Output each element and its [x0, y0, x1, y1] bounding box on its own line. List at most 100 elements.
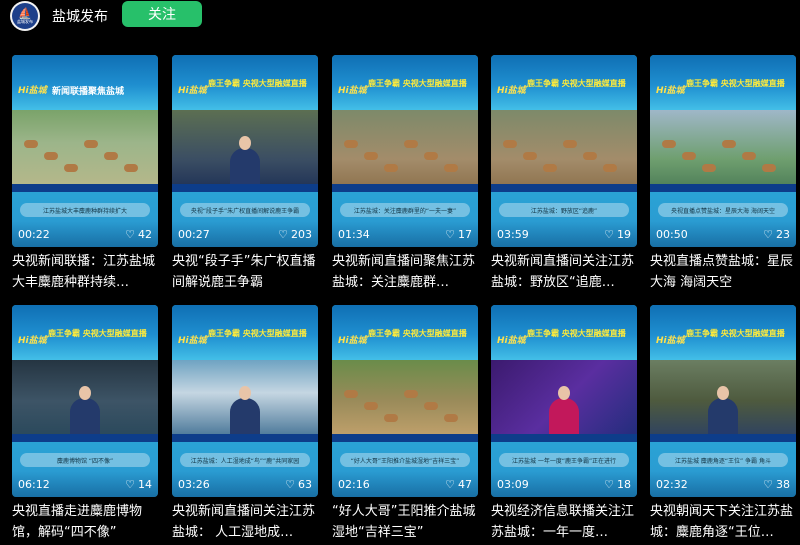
thumbnail-banner: 鹿王争霸 央视大型融媒直播 — [208, 79, 307, 88]
thumbnail-scene — [491, 110, 637, 192]
like-icon: ♡ — [604, 228, 614, 241]
video-card[interactable]: Hi盐城 鹿王争霸 央视大型融媒直播 江苏盐城 麋鹿角逐“王位” 争霸 角斗 0… — [650, 305, 796, 545]
account-header: ⛵ 盐城发布 盐城发布 关注 — [0, 0, 800, 31]
like-count-value: 38 — [776, 478, 790, 491]
video-title[interactable]: “好人大哥”王阳推介盐城湿地“吉祥三宝” — [332, 501, 482, 543]
deer-figure — [384, 414, 398, 422]
like-count-value: 17 — [458, 228, 472, 241]
deer-figure — [503, 140, 517, 148]
thumbnail-banner: 鹿王争霸 央视大型融媒直播 — [208, 329, 307, 338]
deer-figure — [384, 164, 398, 172]
video-title[interactable]: 央视新闻联播：江苏盐城大丰麋鹿种群持续… — [12, 251, 162, 293]
deer-figure — [364, 402, 378, 410]
news-ticker — [12, 184, 158, 192]
like-icon: ♡ — [604, 478, 614, 491]
thumbnail-caption: “好人大哥”王阳推介盐城湿地“吉祥三宝” — [340, 453, 470, 467]
thumbnail-caption: 江苏盐城：关注麋鹿群里的“一夫一妻” — [340, 203, 470, 217]
video-card[interactable]: Hi盐城 鹿王争霸 央视大型融媒直播 江苏盐城：人工湿地成“鸟”“鹿”共同家园 … — [172, 305, 318, 545]
video-title[interactable]: 央视新闻直播间关注江苏盐城：野放区“追鹿… — [491, 251, 641, 293]
video-thumbnail[interactable]: Hi盐城 鹿王争霸 央视大型融媒直播 江苏盐城：人工湿地成“鸟”“鹿”共同家园 … — [172, 305, 318, 497]
deer-figure — [682, 152, 696, 160]
presenter-head — [239, 136, 251, 150]
video-title[interactable]: 央视“段子手”朱广权直播间解说鹿王争霸 — [172, 251, 322, 293]
like-count: ♡ 42 — [125, 228, 152, 241]
video-title[interactable]: 央视直播走进麋鹿博物馆，解码“四不像” — [12, 501, 162, 543]
video-thumbnail[interactable]: Hi盐城 鹿王争霸 央视大型融媒直播 江苏盐城：关注麋鹿群里的“一夫一妻” 01… — [332, 55, 478, 247]
station-logo: Hi盐城 — [18, 86, 47, 96]
avatar-caption: 盐城发布 — [17, 19, 33, 24]
news-ticker — [332, 434, 478, 442]
video-title[interactable]: 央视朝闻天下关注江苏盐城：麋鹿角逐“王位… — [650, 501, 800, 543]
thumbnail-caption: 央视直播点赞盐城：星辰大海 海阔天空 — [658, 203, 788, 217]
deer-figure — [702, 164, 716, 172]
news-ticker — [491, 434, 637, 442]
avatar-logo: ⛵ 盐城发布 — [12, 3, 38, 29]
video-title[interactable]: 央视新闻直播间关注江苏盐城： 人工湿地成… — [172, 501, 322, 543]
account-name[interactable]: 盐城发布 — [52, 6, 108, 26]
video-thumbnail[interactable]: Hi盐城 鹿王争霸 央视大型融媒直播 央视直播点赞盐城：星辰大海 海阔天空 00… — [650, 55, 796, 247]
like-count: ♡ 17 — [445, 228, 472, 241]
video-thumbnail[interactable]: Hi盐城 鹿王争霸 央视大型融媒直播 央视“段子手”朱广权直播间解说鹿王争霸 0… — [172, 55, 318, 247]
deer-figure — [404, 390, 418, 398]
deer-figure — [424, 402, 438, 410]
video-title[interactable]: 央视新闻直播间聚焦江苏盐城：关注麋鹿群… — [332, 251, 482, 293]
deer-figure — [84, 140, 98, 148]
video-card[interactable]: Hi盐城 鹿王争霸 央视大型融媒直播 央视直播点赞盐城：星辰大海 海阔天空 00… — [650, 55, 796, 295]
video-thumbnail[interactable]: Hi盐城 鹿王争霸 央视大型融媒直播 江苏盐城 一年一度“鹿王争霸”正在进行 0… — [491, 305, 637, 497]
deer-figure — [344, 140, 358, 148]
like-count: ♡ 19 — [604, 228, 631, 241]
station-logo: Hi盐城 — [178, 86, 207, 96]
news-ticker — [12, 434, 158, 442]
video-thumbnail[interactable]: Hi盐城 鹿王争霸 央视大型融媒直播 江苏盐城：野放区“追鹿” 03:59 ♡ … — [491, 55, 637, 247]
like-count: ♡ 18 — [604, 478, 631, 491]
sailboat-icon: ⛵ — [18, 7, 32, 20]
thumbnail-scene — [491, 360, 637, 442]
video-thumbnail[interactable]: Hi盐城 鹿王争霸 央视大型融媒直播 麋鹿博物馆 “四不像” 06:12 ♡ 1… — [12, 305, 158, 497]
deer-figure — [364, 152, 378, 160]
deer-figure — [44, 152, 58, 160]
station-logo: Hi盐城 — [497, 86, 526, 96]
like-count: ♡ 14 — [125, 478, 152, 491]
like-icon: ♡ — [445, 228, 455, 241]
like-icon: ♡ — [125, 478, 135, 491]
station-logo: Hi盐城 — [178, 336, 207, 346]
news-ticker — [491, 184, 637, 192]
video-title[interactable]: 央视直播点赞盐城：星辰大海 海阔天空 — [650, 251, 800, 293]
video-card[interactable]: Hi盐城 鹿王争霸 央视大型融媒直播 江苏盐城：关注麋鹿群里的“一夫一妻” 01… — [332, 55, 478, 295]
video-card[interactable]: Hi盐城 鹿王争霸 央视大型融媒直播 “好人大哥”王阳推介盐城湿地“吉祥三宝” … — [332, 305, 478, 545]
video-thumbnail[interactable]: Hi盐城 鹿王争霸 央视大型融媒直播 “好人大哥”王阳推介盐城湿地“吉祥三宝” … — [332, 305, 478, 497]
video-card[interactable]: Hi盐城 新闻联播聚焦盐城 江苏盐城大丰麋鹿种群持续扩大 00:22 ♡ 42 … — [12, 55, 158, 295]
presenter-head — [717, 386, 729, 400]
follow-button[interactable]: 关注 — [122, 1, 202, 27]
like-icon: ♡ — [445, 478, 455, 491]
deer-figure — [124, 164, 138, 172]
news-ticker — [650, 434, 796, 442]
thumbnail-caption: 央视“段子手”朱广权直播间解说鹿王争霸 — [180, 203, 310, 217]
thumbnail-scene — [332, 360, 478, 442]
video-duration: 03:09 — [497, 478, 529, 491]
news-ticker — [172, 184, 318, 192]
video-card[interactable]: Hi盐城 鹿王争霸 央视大型融媒直播 江苏盐城：野放区“追鹿” 03:59 ♡ … — [491, 55, 637, 295]
video-card[interactable]: Hi盐城 鹿王争霸 央视大型融媒直播 江苏盐城 一年一度“鹿王争霸”正在进行 0… — [491, 305, 637, 545]
thumbnail-banner: 新闻联播聚焦盐城 — [52, 87, 125, 97]
video-duration: 06:12 — [18, 478, 50, 491]
deer-figure — [722, 140, 736, 148]
deer-figure — [543, 164, 557, 172]
video-thumbnail[interactable]: Hi盐城 鹿王争霸 央视大型融媒直播 江苏盐城 麋鹿角逐“王位” 争霸 角斗 0… — [650, 305, 796, 497]
presenter-head — [558, 386, 570, 400]
video-thumbnail[interactable]: Hi盐城 新闻联播聚焦盐城 江苏盐城大丰麋鹿种群持续扩大 00:22 ♡ 42 — [12, 55, 158, 247]
thumbnail-banner: 鹿王争霸 央视大型融媒直播 — [368, 79, 467, 88]
station-logo: Hi盐城 — [338, 336, 367, 346]
deer-figure — [444, 414, 458, 422]
avatar[interactable]: ⛵ 盐城发布 — [10, 1, 40, 31]
video-card[interactable]: Hi盐城 鹿王争霸 央视大型融媒直播 央视“段子手”朱广权直播间解说鹿王争霸 0… — [172, 55, 318, 295]
deer-figure — [583, 152, 597, 160]
like-count: ♡ 23 — [763, 228, 790, 241]
deer-figure — [344, 390, 358, 398]
deer-figure — [24, 140, 38, 148]
deer-figure — [662, 140, 676, 148]
station-logo: Hi盐城 — [18, 336, 47, 346]
video-title[interactable]: 央视经济信息联播关注江苏盐城：一年一度… — [491, 501, 641, 543]
thumbnail-scene — [172, 110, 318, 192]
video-card[interactable]: Hi盐城 鹿王争霸 央视大型融媒直播 麋鹿博物馆 “四不像” 06:12 ♡ 1… — [12, 305, 158, 545]
